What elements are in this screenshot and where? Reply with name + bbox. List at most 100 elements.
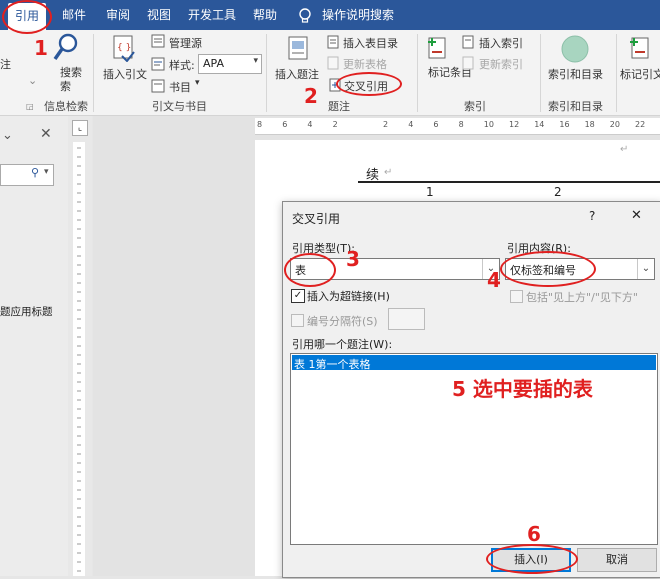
annotation-circle-4 (500, 251, 596, 287)
annotation-circle-3 (284, 253, 336, 287)
ruler-tick-label: 4 (408, 120, 414, 129)
update-table-button[interactable]: 更新表格 (343, 56, 387, 72)
group-label-captions: 题注 (328, 100, 350, 113)
update-table-icon (327, 56, 339, 73)
ruler-tick-label: 8 (257, 120, 263, 129)
cancel-button[interactable]: 取消 (577, 548, 657, 572)
horizontal-ruler: 8 6 4 2 2 4 6 8 10 12 14 16 18 20 22 (255, 118, 660, 135)
navigation-pane: ⌄ ✕ ⚲ ▾ 题应用标题 (0, 116, 68, 576)
chevron-down-icon: ⌄ (28, 74, 38, 87)
caption-item-label: 表 1第一个表格 (294, 358, 371, 371)
annotation-step-1: 1 (34, 36, 48, 60)
separate-numbers-label: 编号分隔符(S) (307, 315, 378, 328)
chevron-down-icon[interactable]: ⌄ (2, 128, 13, 143)
insert-table-of-figures-button[interactable]: 插入表目录 (343, 35, 398, 51)
index-and-toc-button[interactable]: 索引和目录 (548, 66, 603, 82)
mark-citation-button[interactable]: 标记引文 (620, 66, 660, 82)
annotation-circle-2 (336, 72, 402, 96)
annotation-step-3: 3 (346, 247, 360, 271)
dialog-title: 交叉引用 (292, 212, 341, 226)
ruler-tick-label: 16 (559, 120, 570, 129)
ruler-tick-label: 14 (534, 120, 545, 129)
style-value: APA (203, 57, 224, 70)
tab-selector[interactable]: ⌞ (72, 120, 88, 136)
style-icon (151, 57, 165, 74)
close-icon[interactable]: ✕ (631, 208, 642, 223)
ribbon-cut-label: 注 (0, 58, 11, 71)
include-above-below-label: 包括"见上方"/"见下方" (526, 291, 638, 304)
update-index-icon (462, 56, 474, 73)
dialog-launcher-icon[interactable]: ◲ (26, 102, 34, 111)
style-label: 样式: (169, 59, 195, 72)
insert-citation-icon[interactable]: { } (112, 34, 136, 65)
ribbon-tab-bar: 引用 邮件 审阅 视图 开发工具 帮助 操作说明搜索 (0, 0, 660, 30)
ruler-tick-label: 12 (509, 120, 520, 129)
mark-citation-icon[interactable] (628, 34, 652, 65)
ruler-tick-label: 6 (433, 120, 439, 129)
ruler-tick-label: 2 (332, 120, 338, 129)
ruler-tick-label: 20 (609, 120, 620, 129)
close-icon[interactable]: ✕ (40, 126, 52, 142)
manage-sources-button[interactable]: 管理源 (169, 35, 202, 51)
ruler-tick-label: 4 (307, 120, 313, 129)
separator-input[interactable] (388, 308, 425, 330)
annotation-step-6: 6 (527, 522, 541, 546)
nav-search-input[interactable]: ⚲ ▾ (0, 164, 54, 186)
paragraph-mark: ↵ (620, 144, 629, 155)
tab-review[interactable]: 审阅 (106, 0, 130, 30)
insert-index-button[interactable]: 插入索引 (479, 35, 523, 51)
bibliography-button[interactable]: 书目 (169, 79, 191, 95)
annotation-step-4: 4 (487, 268, 501, 292)
ruler-tick-label: 2 (383, 120, 389, 129)
ruler-tick-label: 8 (458, 120, 464, 129)
insert-caption-button[interactable]: 插入题注 (275, 66, 319, 82)
chevron-down-icon: ▾ (253, 56, 258, 66)
lightbulb-icon (298, 0, 312, 30)
help-button[interactable]: ? (589, 209, 595, 223)
ribbon: 注 ⌄ 搜索 索 信息检索 { } 插入引文 管理源 样式: APA ▾ 书目 … (0, 30, 660, 116)
insert-citation-button[interactable]: 插入引文 (103, 66, 147, 82)
style-select[interactable]: APA ▾ (198, 54, 262, 74)
insert-index-icon (462, 35, 474, 52)
tab-help[interactable]: 帮助 (253, 0, 277, 30)
separate-numbers-checkbox[interactable] (291, 314, 304, 327)
mark-entry-icon[interactable] (426, 34, 448, 63)
group-label-toa: 索引和目录 (548, 100, 603, 113)
svg-text:{ }: { } (117, 43, 131, 53)
insert-hyperlink-label: 插入为超链接(H) (307, 290, 390, 303)
vertical-ruler-strip (73, 142, 85, 576)
group-label-citations: 引文与书目 (152, 100, 207, 113)
ruler-tick-label: 22 (635, 120, 646, 129)
annotation-circle-1 (2, 0, 52, 34)
annotation-step-2: 2 (304, 84, 318, 108)
ruler-tick-label: 10 (483, 120, 494, 129)
table-header-col2: 2 (554, 185, 562, 199)
insert-caption-icon[interactable] (287, 35, 309, 64)
ruler-tick-label: 18 (584, 120, 595, 129)
nav-partial-text: 题应用标题 (0, 306, 53, 318)
annotation-step-5: 5 选中要插的表 (452, 377, 593, 401)
annotation-circle-6 (486, 544, 578, 574)
vertical-ruler: ⌞ (68, 116, 92, 576)
group-label-info: 信息检索 (44, 100, 88, 113)
tab-mailings[interactable]: 邮件 (62, 0, 86, 30)
tab-developer[interactable]: 开发工具 (188, 0, 236, 30)
tab-view[interactable]: 视图 (147, 0, 171, 30)
which-caption-label: 引用哪一个题注(W): (292, 338, 393, 351)
table-of-figures-icon (327, 35, 339, 52)
chevron-down-icon: ▾ (44, 167, 49, 177)
chevron-down-icon: ▾ (195, 78, 200, 88)
bibliography-icon (151, 79, 165, 96)
list-item[interactable]: 表 1第一个表格 (292, 355, 656, 371)
search-research-icon[interactable] (52, 32, 80, 65)
insert-hyperlink-checkbox[interactable]: ✓ (291, 289, 305, 303)
include-above-below-checkbox[interactable] (510, 290, 523, 303)
update-index-button[interactable]: 更新索引 (479, 56, 523, 72)
chevron-down-icon: ⌄ (637, 259, 654, 279)
table-header-col1: 1 (426, 185, 434, 199)
table-top-border (358, 181, 660, 183)
search-icon: ⚲ (31, 166, 40, 179)
tell-me-search[interactable]: 操作说明搜索 (322, 0, 394, 30)
index-toc-icon[interactable] (560, 34, 590, 67)
group-label-index: 索引 (464, 100, 486, 113)
